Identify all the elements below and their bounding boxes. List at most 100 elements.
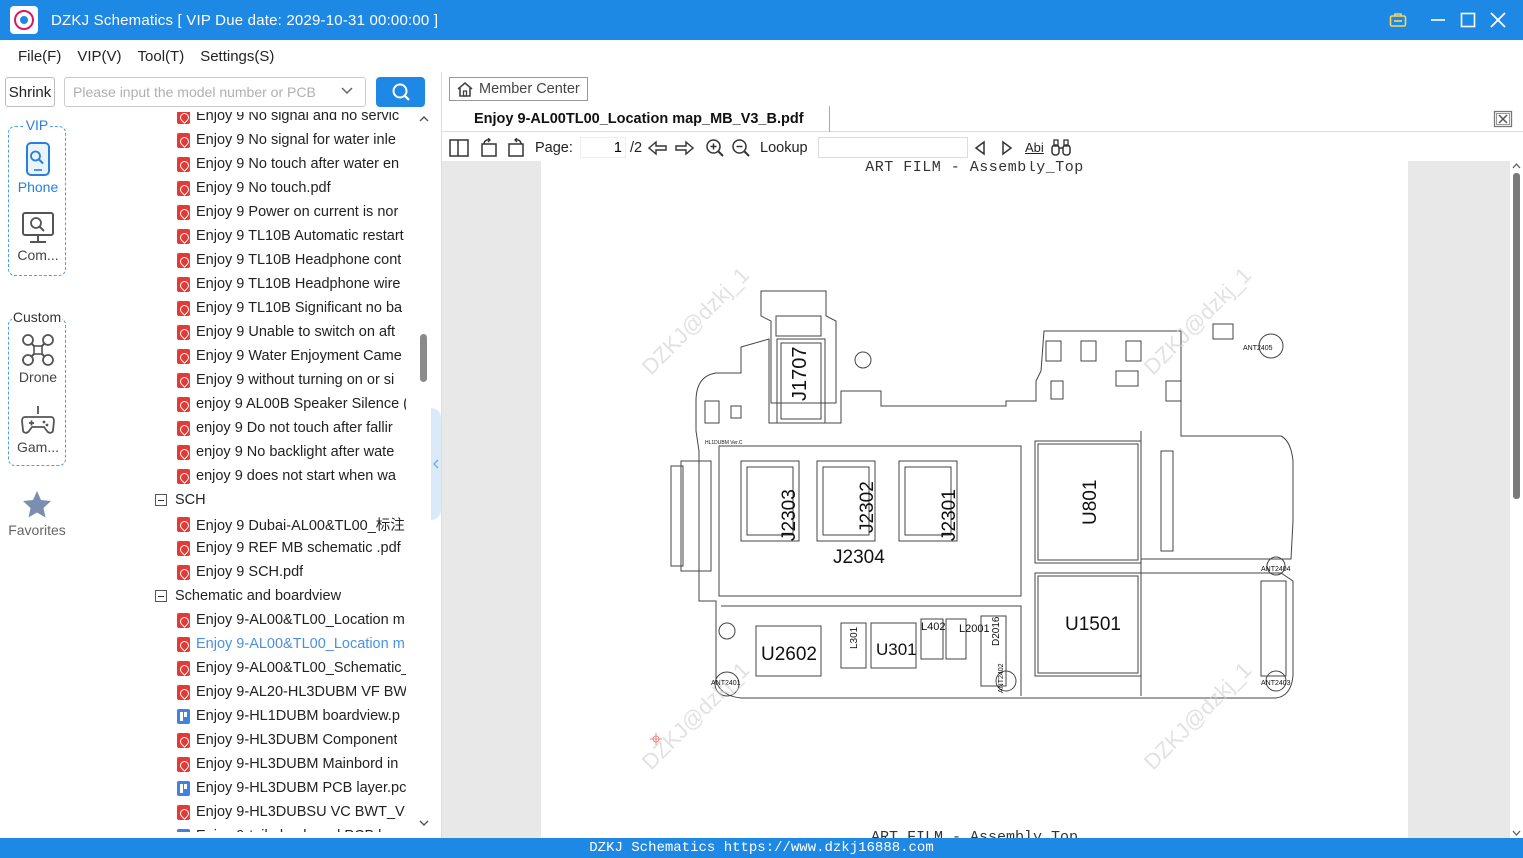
tree-file-item[interactable]: Enjoy 9-AL00&TL00_Location m <box>177 632 406 656</box>
menu-file[interactable]: File(F) <box>18 48 61 65</box>
tree-file-item[interactable]: Enjoy 9-AL00&TL00_Schematic_ <box>177 656 406 680</box>
drone-icon <box>22 334 54 366</box>
shrink-button[interactable]: Shrink <box>5 77 55 107</box>
label-j2301: J2301 <box>939 489 960 541</box>
zoom-out-button[interactable] <box>731 134 751 161</box>
page-number-input[interactable] <box>580 137 626 158</box>
collapse-toggle-icon[interactable] <box>155 494 167 506</box>
sidebar-toggle-icon <box>449 138 469 157</box>
match-case-button[interactable]: Abi <box>1025 134 1044 161</box>
document-tabs: Enjoy 9-AL00TL00_Location map_MB_V3_B.pd… <box>442 106 1523 132</box>
tree-file-item[interactable]: Enjoy 9-HL3DUBM PCB layer.pc <box>177 776 406 800</box>
minimize-icon[interactable] <box>1423 0 1453 40</box>
favorites-item[interactable]: Favorites <box>0 490 74 538</box>
label-j2303: J2303 <box>779 489 800 541</box>
tree-scrollbar[interactable] <box>416 112 432 832</box>
pdf-page: ART FILM - Assembly_Top J1707 J2303 J230… <box>541 161 1408 838</box>
boardview-file-icon <box>177 828 190 832</box>
tree-file-item[interactable]: Enjoy 9 Water Enjoyment Came <box>177 344 406 368</box>
next-page-button[interactable] <box>674 134 694 161</box>
document-scroll-thumb[interactable] <box>1513 173 1520 499</box>
tree-file-item[interactable]: enjoy 9 Do not touch after fallir <box>177 416 406 440</box>
collapse-toggle-icon[interactable] <box>155 590 167 602</box>
menu-settings[interactable]: Settings(S) <box>200 48 274 65</box>
tree-file-item[interactable]: Enjoy 9 REF MB schematic .pdf <box>177 536 406 560</box>
tree-file-item[interactable]: Enjoy 9 TL10B Headphone cont <box>177 248 406 272</box>
tree-file-item[interactable]: Enjoy 9-HL3DUBSU VC BWT_V1. <box>177 800 406 824</box>
tree-file-item[interactable]: Enjoy 9-AL00&TL00_Location m <box>177 608 406 632</box>
close-icon[interactable] <box>1483 0 1513 40</box>
prev-page-button[interactable] <box>648 134 668 161</box>
tree-file-item[interactable]: Enjoy 9 SCH.pdf <box>177 560 406 584</box>
close-document-button[interactable] <box>1493 110 1513 128</box>
tree-file-item[interactable]: Enjoy 9 No touch after water en <box>177 152 406 176</box>
tree-file-item[interactable]: Enjoy 9-HL1DUBM boardview.p <box>177 704 406 728</box>
menu-vip[interactable]: VIP(V) <box>77 48 121 65</box>
tree-file-item[interactable]: Enjoy 9 Unable to switch on aft <box>177 320 406 344</box>
tree-file-item[interactable]: Enjoy 9-tail plug board PCB laye <box>177 824 406 832</box>
find-prev-button[interactable] <box>973 134 987 161</box>
scroll-up-icon[interactable] <box>418 114 430 124</box>
tree-file-item[interactable]: Enjoy 9 No signal for water inle <box>177 128 406 152</box>
pdf-file-icon <box>177 684 190 700</box>
rotate-cw-button[interactable] <box>506 134 526 161</box>
close-tab-icon <box>1493 110 1513 128</box>
tree-file-item[interactable]: enjoy 9 does not start when wa <box>177 464 406 488</box>
tree-file-item[interactable]: Enjoy 9 TL10B Automatic restart <box>177 224 406 248</box>
tree-item-label: Enjoy 9 No touch.pdf <box>196 180 331 196</box>
phone-icon <box>26 142 50 176</box>
custom-group: Custom Drone Gam... <box>8 309 67 466</box>
category-computer[interactable]: Com... <box>9 211 67 263</box>
tree-file-item[interactable]: enjoy 9 AL00B Speaker Silence ( <box>177 392 406 416</box>
tree-file-item[interactable]: Enjoy 9 TL10B Headphone wire <box>177 272 406 296</box>
document-scrollbar[interactable] <box>1510 161 1523 838</box>
document-viewer[interactable]: ART FILM - Assembly_Top J1707 J2303 J230… <box>442 161 1510 838</box>
category-game[interactable]: Gam... <box>9 403 67 455</box>
tree-file-item[interactable]: Enjoy 9 TL10B Significant no ba <box>177 296 406 320</box>
tree-file-item[interactable]: enjoy 9 No backlight after wate <box>177 440 406 464</box>
tree-item-label: enjoy 9 Do not touch after fallir <box>196 420 393 436</box>
vip-group: VIP Phone Com... <box>8 117 67 276</box>
member-center-button[interactable]: Member Center <box>449 77 588 101</box>
label-l2001: L2001 <box>959 623 990 635</box>
find-next-button[interactable] <box>1000 134 1014 161</box>
category-drone[interactable]: Drone <box>9 333 67 385</box>
watermark-4: DZKJ@dzkj_1 <box>1139 657 1256 774</box>
scroll-down-icon[interactable] <box>418 818 430 828</box>
search-button[interactable] <box>376 77 425 107</box>
window-controls <box>1383 0 1523 40</box>
window-title: DZKJ Schematics [ VIP Due date: 2029-10-… <box>51 11 439 29</box>
tree-file-item[interactable]: Enjoy 9 No signal and no servic <box>177 112 406 128</box>
binoculars-icon <box>1051 138 1071 156</box>
panel-collapse-handle[interactable] <box>431 408 441 520</box>
tree-folder[interactable]: SCH <box>155 488 405 512</box>
triangle-right-icon <box>1002 140 1013 155</box>
scroll-down-icon[interactable] <box>1512 829 1521 837</box>
tree-file-item[interactable]: Enjoy 9 without turning on or si <box>177 368 406 392</box>
rotate-ccw-button[interactable] <box>479 134 499 161</box>
tree-file-item[interactable]: Enjoy 9-HL3DUBM Mainbord in <box>177 752 406 776</box>
tree-file-item[interactable]: Enjoy 9-AL20-HL3DUBM VF BW <box>177 680 406 704</box>
tree-file-item[interactable]: Enjoy 9 No touch.pdf <box>177 176 406 200</box>
vip-icon[interactable] <box>1383 0 1413 40</box>
pdf-file-icon <box>177 112 190 124</box>
menu-tool[interactable]: Tool(T) <box>138 48 185 65</box>
tree-item-label: Enjoy 9-HL3DUBSU VC BWT_V1. <box>196 804 406 820</box>
category-computer-label: Com... <box>17 247 59 263</box>
lookup-input[interactable] <box>818 137 968 158</box>
tree-file-item[interactable]: Enjoy 9 Dubai-AL00&TL00_标注 <box>177 512 406 536</box>
chevron-down-icon[interactable] <box>340 84 354 98</box>
watermark-2: DZKJ@dzkj_1 <box>1139 262 1256 379</box>
zoom-in-button[interactable] <box>705 134 725 161</box>
tree-scroll-thumb[interactable] <box>420 334 427 382</box>
maximize-icon[interactable] <box>1453 0 1483 40</box>
tree-folder[interactable]: Schematic and boardview <box>155 584 405 608</box>
toggle-sidebar-button[interactable] <box>449 134 469 161</box>
category-phone[interactable]: Phone <box>9 141 67 195</box>
tree-file-item[interactable]: Enjoy 9 Power on current is nor <box>177 200 406 224</box>
document-tab[interactable]: Enjoy 9-AL00TL00_Location map_MB_V3_B.pd… <box>464 106 830 132</box>
find-all-button[interactable] <box>1050 134 1072 161</box>
scroll-up-icon[interactable] <box>1512 162 1521 170</box>
tree-file-item[interactable]: Enjoy 9-HL3DUBM Component <box>177 728 406 752</box>
search-input[interactable] <box>64 77 366 107</box>
